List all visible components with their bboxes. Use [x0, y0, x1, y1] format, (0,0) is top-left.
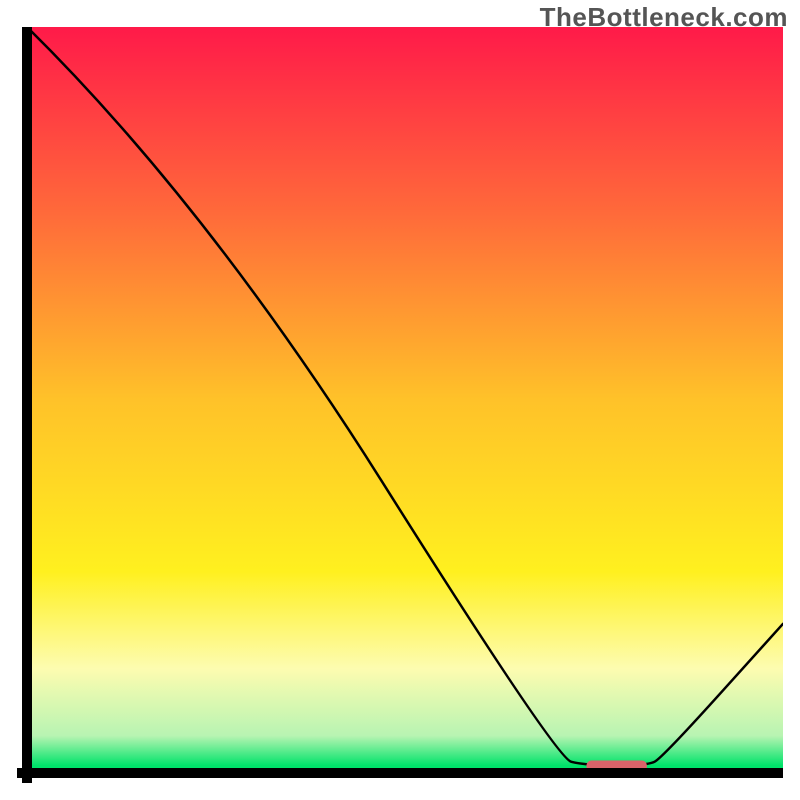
plot-background — [27, 27, 783, 773]
chart-container: TheBottleneck.com — [0, 0, 800, 800]
bottleneck-chart — [17, 27, 783, 783]
